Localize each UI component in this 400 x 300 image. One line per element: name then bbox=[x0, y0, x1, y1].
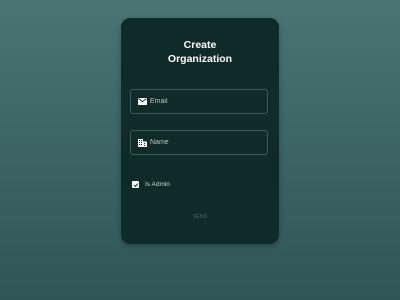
check-icon bbox=[133, 182, 138, 187]
form-title-line-2: Organization bbox=[167, 53, 233, 65]
is-admin-checkbox[interactable] bbox=[132, 181, 139, 188]
is-admin-row[interactable]: Is Admin bbox=[132, 181, 170, 188]
send-button[interactable]: SEND bbox=[121, 214, 279, 220]
form-title: Create Organization bbox=[121, 38, 279, 66]
is-admin-label: Is Admin bbox=[145, 181, 170, 188]
building-icon bbox=[137, 138, 147, 148]
name-input[interactable] bbox=[150, 139, 260, 146]
form-title-line-1: Create bbox=[183, 39, 217, 51]
create-organization-card: Create Organization Email Name Is Admin … bbox=[121, 18, 279, 244]
email-field[interactable] bbox=[130, 89, 268, 114]
name-field[interactable] bbox=[130, 130, 268, 155]
mail-icon bbox=[137, 97, 147, 107]
email-input[interactable] bbox=[150, 98, 260, 105]
